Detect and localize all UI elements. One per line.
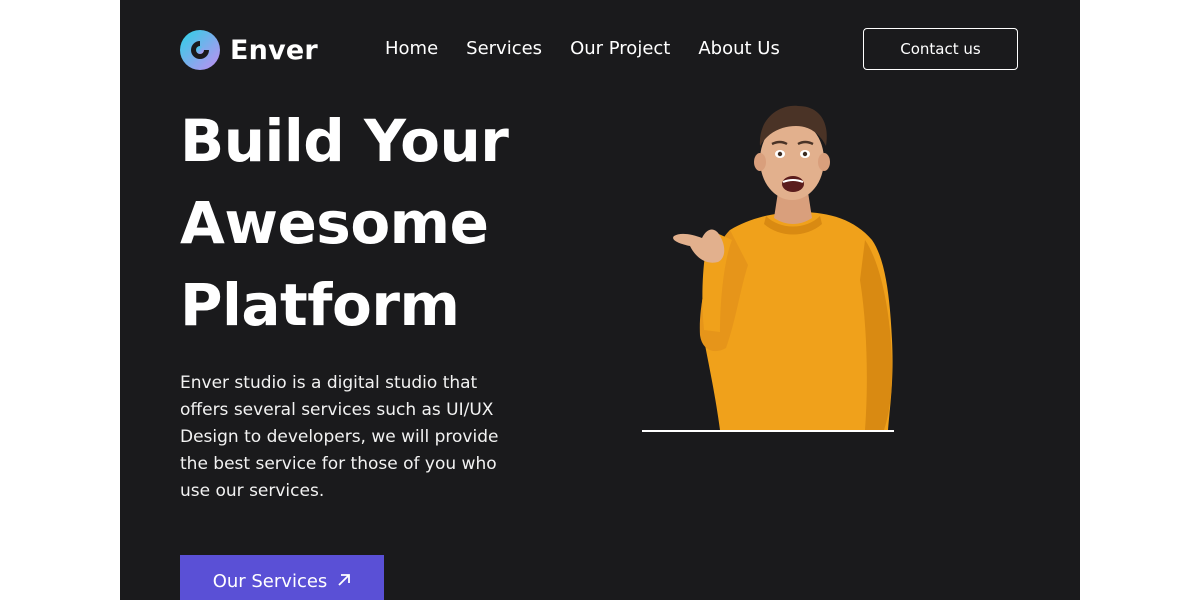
our-services-label: Our Services (212, 571, 328, 592)
man-pointing-illustration (642, 105, 894, 432)
hero-title-line: Awesome (180, 189, 489, 257)
hero-title-line: Build Your (180, 107, 509, 175)
contact-us-button[interactable]: Contact us (863, 28, 1018, 70)
main-nav: Home Services Our Project About Us (385, 38, 780, 59)
hero-photo (640, 100, 900, 435)
brand-logo[interactable]: Enver (180, 30, 318, 70)
enver-logo-icon (180, 30, 220, 70)
nav-item-services[interactable]: Services (466, 38, 542, 59)
arrow-up-right-icon (338, 574, 351, 586)
brand-name: Enver (230, 34, 318, 66)
nav-item-our-project[interactable]: Our Project (570, 38, 670, 59)
nav-item-home[interactable]: Home (385, 38, 438, 59)
hero-title: Build Your Awesome Platform (180, 100, 580, 346)
nav-item-about-us[interactable]: About Us (698, 38, 780, 59)
hero-title-line: Platform (180, 271, 460, 339)
hero-description: Enver studio is a digital studio that of… (180, 373, 499, 501)
our-services-button[interactable]: Our Services (180, 555, 384, 600)
landing-page: Enver Home Services Our Project About Us… (120, 0, 1080, 600)
